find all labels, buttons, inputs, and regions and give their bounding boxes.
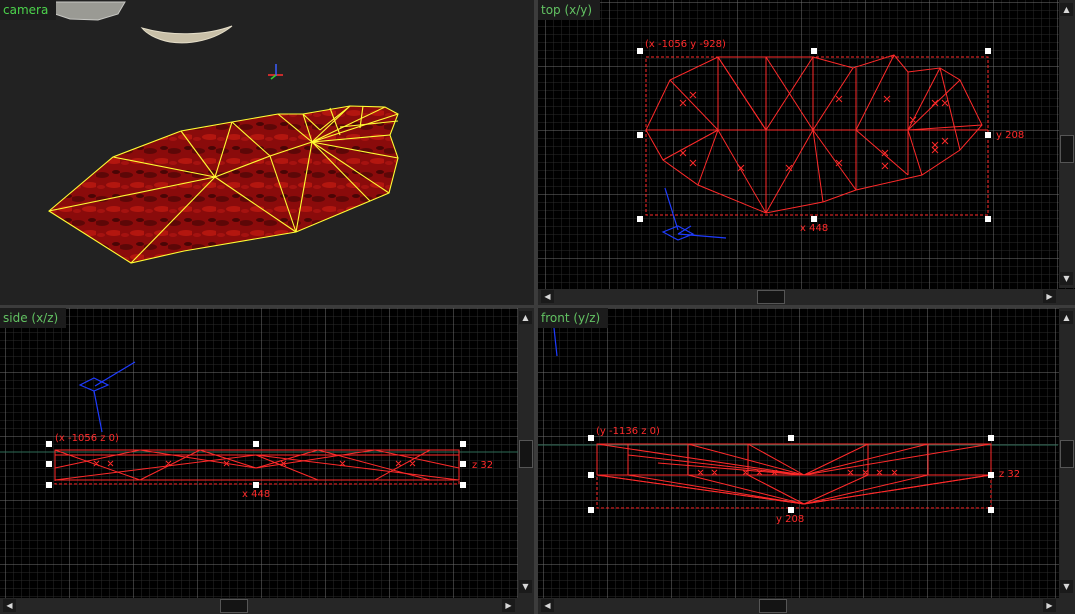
side-horizontal-scroll-thumb[interactable] [220, 599, 248, 613]
front-grid-canvas [538, 308, 1075, 614]
scroll-left-icon[interactable]: ◀ [541, 599, 554, 612]
scroll-left-icon[interactable]: ◀ [541, 290, 554, 303]
front-width-label: y 208 [776, 514, 805, 525]
scroll-right-icon[interactable]: ▶ [1043, 290, 1056, 303]
front-viewport[interactable]: front (y/z) (y -1136 z 0) y 208 z 32 ▲ ▼… [538, 308, 1075, 614]
scroll-down-icon[interactable]: ▼ [519, 580, 532, 593]
front-vertical-scroll-thumb[interactable] [1060, 440, 1074, 468]
front-height-label: z 32 [999, 469, 1021, 480]
front-vertical-scrollbar[interactable]: ▲ ▼ [1059, 308, 1075, 598]
top-origin-label: (x -1056 y -928) [645, 39, 726, 50]
top-height-label: y 208 [996, 130, 1025, 141]
scroll-right-icon[interactable]: ▶ [1043, 599, 1056, 612]
top-viewport[interactable]: top (x/y) (x -1056 y -928) x 448 y 208 ▲… [538, 0, 1075, 305]
front-origin-label: (y -1136 z 0) [596, 426, 660, 437]
front-horizontal-scroll-thumb[interactable] [759, 599, 787, 613]
top-width-label: x 448 [800, 223, 829, 234]
scroll-right-icon[interactable]: ▶ [502, 599, 515, 612]
rock-mesh [54, 1, 126, 21]
top-grid-canvas [538, 0, 1075, 305]
camera-viewport-label: camera [0, 0, 57, 20]
side-vertical-scrollbar[interactable]: ▲ ▼ [518, 308, 534, 598]
scroll-up-icon[interactable]: ▲ [519, 311, 532, 324]
top-scroll-corner [1059, 289, 1075, 305]
side-width-label: x 448 [242, 489, 271, 500]
front-scroll-corner [1059, 598, 1075, 614]
camera-viewport[interactable]: camera [0, 0, 534, 305]
side-origin-label: (x -1056 z 0) [55, 433, 119, 444]
front-horizontal-scrollbar[interactable]: ◀ ▶ [538, 598, 1059, 614]
side-scroll-corner [518, 598, 534, 614]
scroll-left-icon[interactable]: ◀ [3, 599, 16, 612]
side-viewport[interactable]: side (x/z) (x -1056 z 0) x 448 z 32 ▲ ▼ … [0, 308, 534, 614]
top-vertical-scroll-thumb[interactable] [1060, 135, 1074, 163]
side-viewport-label: side (x/z) [0, 308, 67, 328]
top-horizontal-scroll-thumb[interactable] [757, 290, 785, 304]
scroll-up-icon[interactable]: ▲ [1060, 3, 1073, 16]
scroll-down-icon[interactable]: ▼ [1060, 580, 1073, 593]
top-horizontal-scrollbar[interactable]: ◀ ▶ [538, 289, 1059, 305]
scroll-down-icon[interactable]: ▼ [1060, 272, 1073, 285]
side-height-label: z 32 [472, 460, 494, 471]
side-grid-canvas [0, 308, 534, 614]
side-horizontal-scrollbar[interactable]: ◀ ▶ [0, 598, 518, 614]
side-vertical-scroll-thumb[interactable] [519, 440, 533, 468]
rock-mesh-2 [140, 25, 233, 44]
camera-render [48, 1, 399, 264]
front-viewport-label: front (y/z) [538, 308, 609, 328]
camera-brush-surface [49, 106, 398, 263]
top-vertical-scrollbar[interactable]: ▲ ▼ [1059, 0, 1075, 288]
scroll-up-icon[interactable]: ▲ [1060, 311, 1073, 324]
top-viewport-label: top (x/y) [538, 0, 601, 20]
